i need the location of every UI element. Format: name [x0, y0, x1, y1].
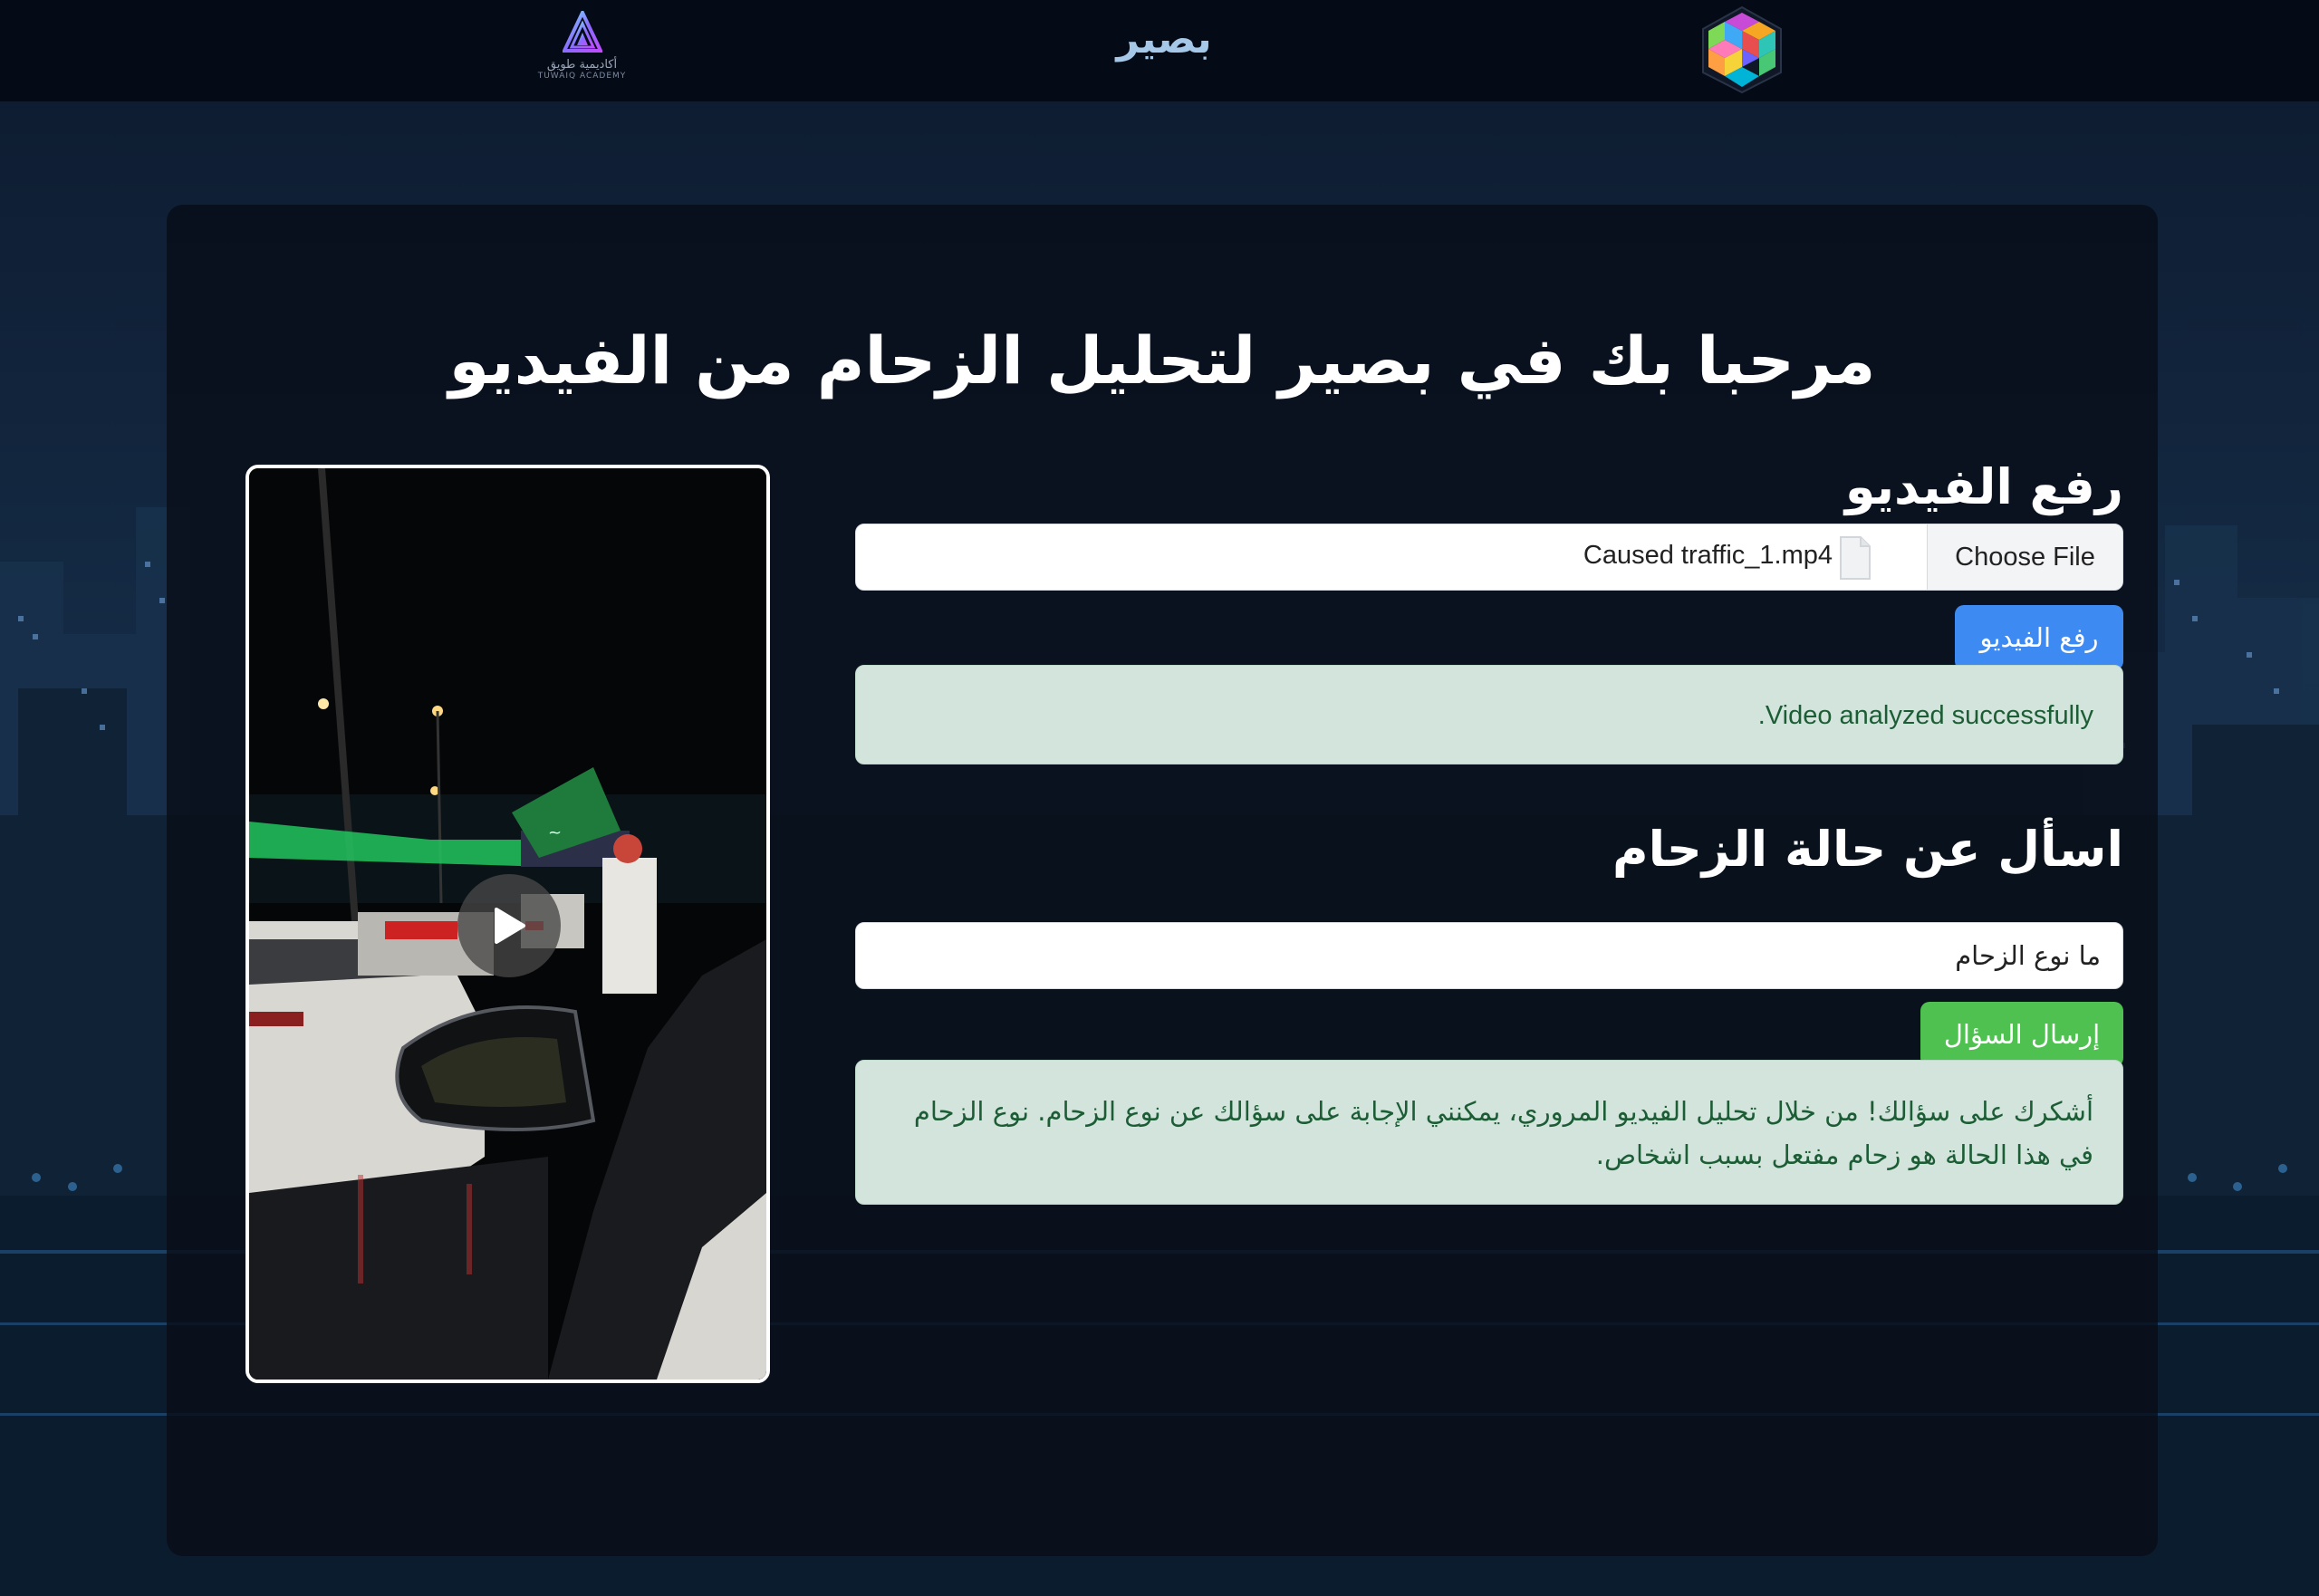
question-input[interactable]: ما نوع الزحام	[855, 922, 2123, 989]
upload-video-button[interactable]: رفع الفيديو	[1955, 605, 2123, 670]
play-icon	[495, 908, 525, 944]
play-button[interactable]	[457, 874, 561, 977]
logo-text-ar: أكاديمية طويق	[546, 58, 618, 72]
send-question-button[interactable]: إرسال السؤال	[1920, 1002, 2123, 1067]
main-panel: مرحبا بك في بصير لتحليل الزحام من الفيدي…	[167, 205, 2158, 1556]
analysis-status-alert: Video analyzed successfully.	[855, 665, 2123, 764]
upload-heading: رفع الفيديو	[1844, 458, 2123, 515]
answer-alert: أشكرك على سؤالك! من خلال تحليل الفيديو ا…	[855, 1060, 2123, 1205]
ask-heading: اسأل عن حالة الزحام	[1612, 821, 2123, 878]
tuwaiq-academy-logo[interactable]: أكاديمية طويق TUWAIQ ACADEMY	[530, 11, 634, 85]
controls-column: رفع الفيديو Caused traffic_1.mp4 Choose …	[855, 458, 2123, 1205]
file-input[interactable]: Caused traffic_1.mp4 Choose File	[855, 524, 2123, 591]
svg-text:~: ~	[548, 823, 562, 842]
top-navbar: أكاديمية طويق TUWAIQ ACADEMY بصير	[0, 0, 2319, 102]
logo-text-en: TUWAIQ ACADEMY	[537, 72, 627, 81]
hexagon-cube-logo-icon[interactable]	[1699, 5, 1785, 94]
selected-file-name: Caused traffic_1.mp4	[1583, 541, 1833, 570]
tuwaiq-logo-icon	[562, 11, 602, 53]
file-icon	[1840, 536, 1871, 580]
choose-file-button[interactable]: Choose File	[1927, 524, 2122, 590]
video-player[interactable]: ~	[245, 465, 770, 1383]
page-title: مرحبا بك في بصير لتحليل الزحام من الفيدي…	[448, 322, 1876, 399]
brand-title[interactable]: بصير	[1114, 16, 1214, 62]
